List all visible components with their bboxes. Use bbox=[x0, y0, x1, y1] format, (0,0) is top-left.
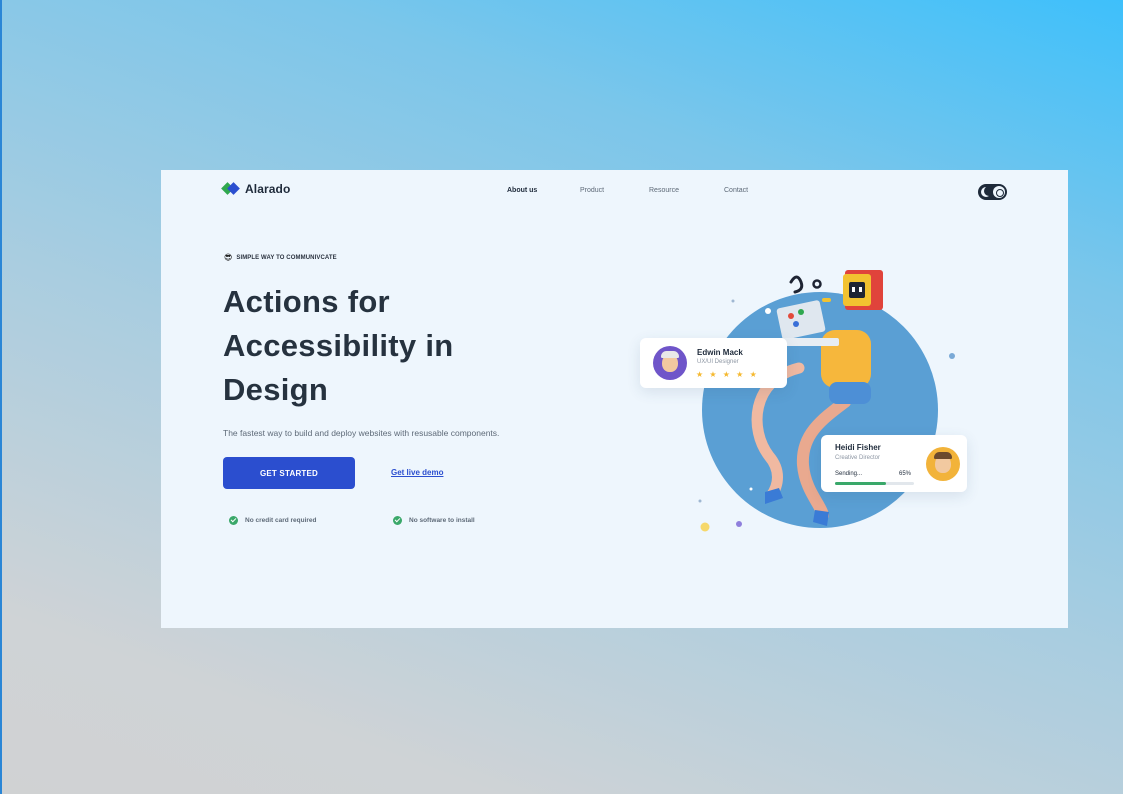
check-circle-icon bbox=[393, 516, 402, 525]
headline-line: Accessibility in bbox=[223, 328, 454, 363]
hero-headline: Actions for Accessibility in Design bbox=[223, 280, 553, 412]
confetti-dot bbox=[736, 521, 742, 527]
logo-diamond-icon bbox=[221, 182, 240, 195]
hero-subtitle: The fastest way to build and deploy webs… bbox=[223, 428, 500, 438]
eyebrow: 😎 SIMPLE WAY TO COMMUNIVCATE bbox=[224, 254, 337, 262]
feature-check: No credit card required bbox=[229, 516, 317, 525]
hero-illustration bbox=[698, 270, 955, 532]
window-edge bbox=[0, 0, 2, 794]
headline-line: Design bbox=[223, 372, 329, 407]
laptop-base bbox=[779, 338, 839, 346]
nav-product[interactable]: Product bbox=[580, 187, 649, 194]
confetti-dot bbox=[698, 499, 702, 503]
avatar bbox=[926, 447, 960, 481]
character-eye bbox=[859, 287, 862, 292]
progress-percent: 65% bbox=[899, 471, 912, 477]
sun-icon bbox=[993, 186, 1005, 198]
sticker bbox=[793, 321, 799, 327]
floating-icon bbox=[812, 279, 822, 289]
character-shorts bbox=[829, 382, 871, 404]
feature-text: No software to install bbox=[409, 517, 475, 524]
profile-name: Edwin Mack bbox=[697, 348, 743, 357]
avatar bbox=[653, 346, 687, 380]
moon-icon bbox=[981, 186, 994, 197]
confetti-dot bbox=[949, 353, 955, 359]
character-screen bbox=[849, 282, 865, 298]
confetti-dot bbox=[731, 299, 735, 303]
eyebrow-text: SIMPLE WAY TO COMMUNIVCATE bbox=[236, 255, 337, 261]
theme-toggle[interactable] bbox=[978, 184, 1007, 200]
sunglasses-emoji-icon: 😎 bbox=[224, 253, 233, 262]
brand-logo[interactable]: Alarado bbox=[221, 182, 291, 196]
profile-card-heidi: Heidi Fisher Creative Director Sending..… bbox=[821, 435, 967, 492]
progress-fill bbox=[835, 482, 887, 485]
headline-line: Actions for bbox=[223, 284, 390, 319]
confetti-dot bbox=[749, 487, 753, 491]
character-eye bbox=[852, 287, 855, 292]
floating-icon bbox=[822, 298, 831, 302]
sticker bbox=[798, 309, 804, 315]
top-nav: Alarado About us Product Resource Contac… bbox=[161, 170, 1068, 210]
sticker bbox=[788, 313, 794, 319]
nav-resource[interactable]: Resource bbox=[649, 187, 724, 194]
profile-name: Heidi Fisher bbox=[835, 443, 881, 452]
confetti-dot bbox=[700, 522, 710, 532]
nav-contact[interactable]: Contact bbox=[724, 187, 764, 194]
profile-card-edwin: Edwin Mack UX/UI Designer ★ ★ ★ ★ ★ bbox=[640, 338, 787, 388]
feature-check: No software to install bbox=[393, 516, 475, 525]
get-started-button[interactable]: GET STARTED bbox=[223, 457, 355, 489]
profile-role: Creative Director bbox=[835, 455, 881, 461]
brand-name: Alarado bbox=[245, 182, 291, 196]
landing-page: Alarado About us Product Resource Contac… bbox=[161, 170, 1068, 628]
live-demo-link[interactable]: Get live demo bbox=[391, 468, 443, 477]
confetti-dot bbox=[765, 308, 771, 314]
feature-text: No credit card required bbox=[245, 517, 317, 524]
progress-bar bbox=[835, 482, 914, 485]
nav-menu: About us Product Resource Contact bbox=[507, 187, 764, 194]
profile-role: UX/UI Designer bbox=[697, 359, 739, 365]
floating-icon bbox=[789, 275, 804, 294]
star-rating: ★ ★ ★ ★ ★ bbox=[696, 370, 759, 379]
nav-about-us[interactable]: About us bbox=[507, 187, 580, 194]
sending-status: Sending... bbox=[835, 471, 863, 477]
check-circle-icon bbox=[229, 516, 238, 525]
